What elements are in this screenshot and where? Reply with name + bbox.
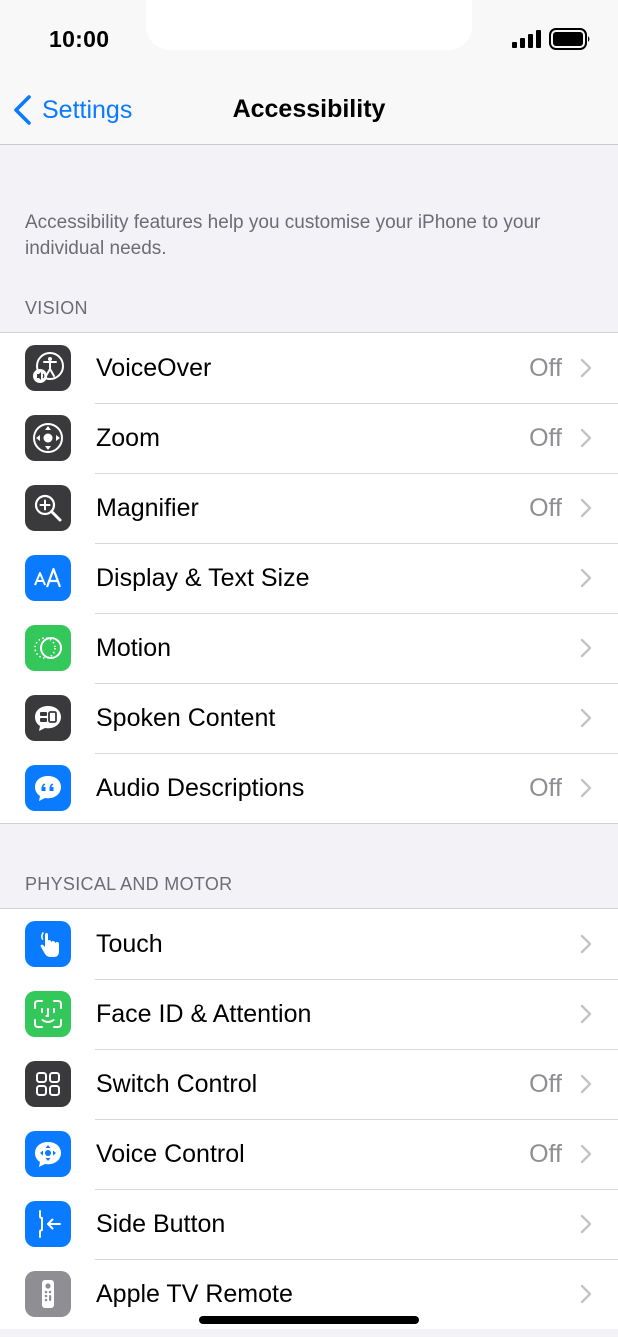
chevron-right-icon <box>580 1214 592 1234</box>
row-touch[interactable]: Touch <box>0 909 618 979</box>
row-voiceover[interactable]: VoiceOver Off <box>0 333 618 403</box>
row-motion[interactable]: Motion <box>0 613 618 683</box>
row-label: Zoom <box>96 423 160 452</box>
row-label: Magnifier <box>96 493 199 522</box>
chevron-right-icon <box>580 498 592 518</box>
row-label: Face ID & Attention <box>96 999 312 1028</box>
row-voice-control[interactable]: Voice Control Off <box>0 1119 618 1189</box>
switch-control-icon <box>25 1061 71 1107</box>
motion-icon <box>25 625 71 671</box>
audio-descriptions-icon <box>25 765 71 811</box>
apple-tv-remote-icon <box>25 1271 71 1317</box>
chevron-right-icon <box>580 358 592 378</box>
face-id-icon <box>25 991 71 1037</box>
chevron-right-icon <box>580 568 592 588</box>
row-value: Off <box>529 423 562 452</box>
navigation-bar: Settings Accessibility <box>0 80 618 145</box>
row-magnifier[interactable]: Magnifier Off <box>0 473 618 543</box>
row-label: Display & Text Size <box>96 563 310 592</box>
chevron-right-icon <box>580 638 592 658</box>
page-title: Accessibility <box>232 95 386 123</box>
notch <box>146 0 472 50</box>
cellular-signal-icon <box>512 30 541 48</box>
section-header-physical-motor: PHYSICAL AND MOTOR <box>25 874 233 894</box>
row-label: Apple TV Remote <box>96 1279 293 1308</box>
row-value: Off <box>529 493 562 522</box>
magnifier-icon <box>25 485 71 531</box>
row-label: Voice Control <box>96 1139 245 1168</box>
row-spoken-content[interactable]: Spoken Content <box>0 683 618 753</box>
row-face-id-attention[interactable]: Face ID & Attention <box>0 979 618 1049</box>
status-time: 10:00 <box>49 26 110 52</box>
intro-description: Accessibility features help you customis… <box>25 212 541 259</box>
row-value: Off <box>529 1069 562 1098</box>
chevron-right-icon <box>580 778 592 798</box>
row-label: Switch Control <box>96 1069 258 1098</box>
row-switch-control[interactable]: Switch Control Off <box>0 1049 618 1119</box>
home-indicator[interactable] <box>199 1316 419 1324</box>
row-value: Off <box>529 353 562 382</box>
row-audio-descriptions[interactable]: Audio Descriptions Off <box>0 753 618 823</box>
voiceover-icon <box>25 345 71 391</box>
spoken-content-icon <box>25 695 71 741</box>
row-zoom[interactable]: Zoom Off <box>0 403 618 473</box>
settings-group-vision: VoiceOver Off Zoom Off Magnifier Off Dis… <box>0 332 618 824</box>
chevron-right-icon <box>580 1004 592 1024</box>
row-display-text-size[interactable]: Display & Text Size <box>0 543 618 613</box>
row-label: Audio Descriptions <box>96 773 305 802</box>
row-side-button[interactable]: Side Button <box>0 1189 618 1259</box>
row-value: Off <box>529 1139 562 1168</box>
row-label: Spoken Content <box>96 703 276 732</box>
chevron-right-icon <box>580 708 592 728</box>
status-bar: 10:00 <box>0 0 618 80</box>
row-label: VoiceOver <box>96 353 212 382</box>
chevron-right-icon <box>580 1284 592 1304</box>
chevron-right-icon <box>580 1074 592 1094</box>
chevron-right-icon <box>580 1144 592 1164</box>
chevron-right-icon <box>580 428 592 448</box>
battery-icon <box>549 28 590 50</box>
chevron-right-icon <box>580 934 592 954</box>
zoom-icon <box>25 415 71 461</box>
section-header-vision: VISION <box>25 298 88 318</box>
voice-control-icon <box>25 1131 71 1177</box>
row-value: Off <box>529 773 562 802</box>
text-size-icon <box>25 555 71 601</box>
side-button-icon <box>25 1201 71 1247</box>
row-label: Touch <box>96 929 163 958</box>
settings-group-physical-motor: Touch Face ID & Attention Switch Control… <box>0 908 618 1329</box>
touch-icon <box>25 921 71 967</box>
row-label: Side Button <box>96 1209 226 1238</box>
row-label: Motion <box>96 633 172 662</box>
